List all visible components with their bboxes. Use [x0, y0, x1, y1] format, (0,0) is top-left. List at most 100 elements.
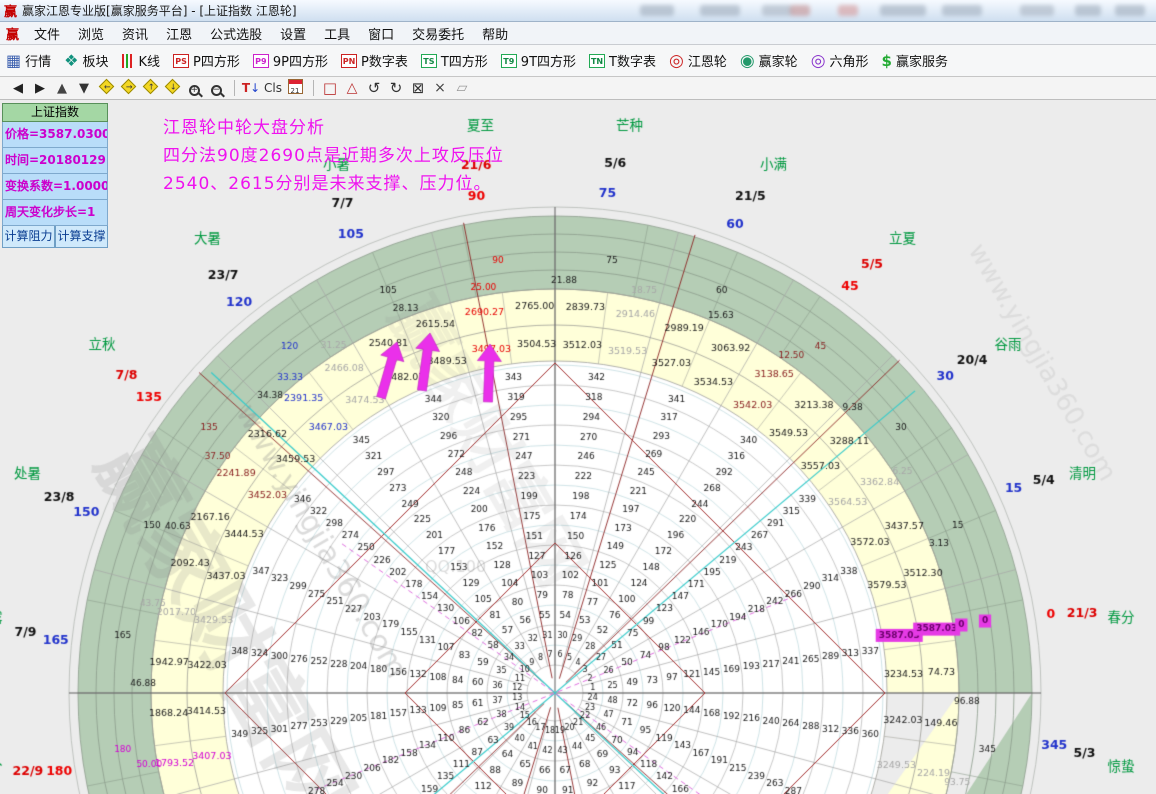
window-title: 赢家江恩专业版[赢家服务平台] - [上证指数 江恩轮] [22, 2, 297, 19]
draw-tool-diamond-up-icon[interactable]: ↑ [140, 78, 160, 98]
diamond-up-icon: ↑ [145, 80, 156, 96]
toolbar-label: 9P四方形 [273, 51, 328, 70]
gann-wheel-canvas[interactable] [0, 100, 1156, 794]
ps-badge-icon: PS [173, 54, 189, 68]
menu-items: 文件浏览资讯江恩公式选股设置工具窗口交易委托帮助 [25, 24, 517, 43]
boxed-x-icon: ⊠ [412, 79, 425, 97]
draw-tool-arrow-down-icon[interactable]: ▼ [74, 78, 94, 98]
chart-area: 江恩轮中轮大盘分析 四分法90度2690点是近期多次上攻反压位 2540、261… [0, 100, 1156, 794]
faded-titlebar-item [942, 5, 982, 16]
faded-titlebar-item [1075, 5, 1101, 16]
draw-tool-diamond-right-icon[interactable]: → [118, 78, 138, 98]
draw-tool-arrow-up-icon[interactable]: ▲ [52, 78, 72, 98]
annotation-line-3: 2540、2615分别是未来支撑、压力位。 [163, 170, 504, 198]
draw-tool-arrow-right-icon[interactable]: ▶ [30, 78, 50, 98]
toolbar-button-9P四方形[interactable]: P99P四方形 [253, 51, 328, 70]
pn-badge-icon: PN [341, 54, 357, 68]
dollar-icon: $ [882, 52, 892, 70]
faded-titlebar-item [640, 5, 674, 16]
faded-titlebar-item [838, 5, 858, 16]
toolbar-label: 9T四方形 [521, 51, 576, 70]
arrow-up-icon: ▲ [57, 80, 67, 96]
winner-wheel-icon: ◉ [740, 51, 755, 71]
t9-badge-icon: T9 [501, 54, 517, 68]
app-logo-icon: 赢 [4, 1, 17, 20]
toolbar-label: P四方形 [193, 51, 240, 70]
draw-tool-calendar-icon[interactable]: 21 [285, 78, 305, 98]
application-window: 赢 赢家江恩专业版[赢家服务平台] - [上证指数 江恩轮] 赢 文件浏览资讯江… [0, 0, 1156, 794]
toolbar-separator [234, 80, 235, 96]
draw-tool-zoom-out-icon[interactable]: − [206, 78, 226, 98]
draw-tool-boxed-x-icon[interactable]: ⊠ [408, 78, 428, 98]
toolbar-button-K线[interactable]: K线 [122, 51, 161, 70]
faded-titlebar-item [762, 5, 792, 16]
toolbar-button-T四方形[interactable]: TST四方形 [421, 51, 488, 70]
toolbar-label: T数字表 [609, 51, 656, 70]
draw-tool-zoom-in-icon[interactable]: + [184, 78, 204, 98]
rotate-cw-icon: ↻ [390, 79, 403, 97]
calc-buttons: 计算阻力 计算支撑 [2, 226, 108, 248]
draw-tool-rotate-ccw-icon[interactable]: ↺ [364, 78, 384, 98]
faded-titlebar-item [1020, 5, 1054, 16]
toolbar-button-板块[interactable]: ❖板块 [64, 51, 108, 70]
draw-tool-shrink-icon[interactable]: × [430, 78, 450, 98]
cls-button: Cls [264, 80, 282, 96]
draw-tool-diamond-left-icon[interactable]: ← [96, 78, 116, 98]
diamond-down-icon: ↓ [167, 80, 178, 96]
toolbar-button-P四方形[interactable]: PS P四方形 [173, 51, 240, 70]
stock-info-panel: 上证指数 价格=3587.0300 时间=20180129 变换系数=1.000… [2, 103, 108, 248]
toolbar-button-P数字表[interactable]: PN P数字表 [341, 51, 408, 70]
ts-badge-icon: TS [421, 54, 437, 68]
toolbar-button-江恩轮[interactable]: ◎江恩轮 [669, 51, 727, 71]
zoom-in-icon: + [189, 80, 200, 96]
faded-titlebar-item [880, 5, 926, 16]
toolbar-label: 赢家轮 [759, 51, 798, 70]
toolbar-label: 江恩轮 [688, 51, 727, 70]
draw-tool-diamond-down-icon[interactable]: ↓ [162, 78, 182, 98]
toolbar-label: 板块 [82, 51, 108, 70]
toolbar-label: 六角形 [830, 51, 869, 70]
diamond-right-icon: → [123, 80, 134, 96]
toolbar-label: K线 [139, 51, 161, 70]
draw-tool-arrow-left-icon[interactable]: ◀ [8, 78, 28, 98]
titlebar: 赢 赢家江恩专业版[赢家服务平台] - [上证指数 江恩轮] [0, 0, 1156, 22]
easel-icon: ▱ [457, 80, 468, 96]
toolbar-button-赢家服务[interactable]: $赢家服务 [882, 51, 948, 70]
toolbar-button-六角形[interactable]: ◎六角形 [811, 51, 869, 71]
menu-item-6[interactable]: 工具 [315, 24, 359, 43]
kline-icon [122, 54, 135, 68]
toolbar-label: 赢家服务 [896, 51, 948, 70]
menu-item-5[interactable]: 设置 [271, 24, 315, 43]
toolbar-button-9T四方形[interactable]: T9 9T四方形 [501, 51, 576, 70]
draw-tool-rotate-cw-icon[interactable]: ↻ [386, 78, 406, 98]
draw-tool-cls-button[interactable]: Cls [263, 78, 283, 98]
menu-item-0[interactable]: 文件 [25, 24, 69, 43]
menu-item-8[interactable]: 交易委托 [403, 24, 473, 43]
menu-item-1[interactable]: 浏览 [69, 24, 113, 43]
faded-titlebar-item [700, 5, 740, 16]
draw-tool-easel-icon[interactable]: ▱ [452, 78, 472, 98]
toolbar-label: 行情 [25, 51, 51, 70]
analysis-annotation: 江恩轮中轮大盘分析 四分法90度2690点是近期多次上攻反压位 2540、261… [163, 114, 504, 198]
shrink-icon: × [434, 80, 446, 96]
menu-item-9[interactable]: 帮助 [473, 24, 517, 43]
menu-item-2[interactable]: 资讯 [113, 24, 157, 43]
toolbar-button-赢家轮[interactable]: ◉赢家轮 [740, 51, 798, 71]
draw-tool-time-axis-icon[interactable]: T↓ [241, 78, 261, 98]
calendar-icon: 21 [288, 79, 303, 97]
table-icon: ▦ [6, 51, 21, 70]
calc-resistance-button[interactable]: 计算阻力 [2, 226, 55, 248]
calc-support-button[interactable]: 计算支撑 [55, 226, 108, 248]
rect-tool-icon: □ [323, 79, 337, 97]
draw-tool-rect-tool-icon[interactable]: □ [320, 78, 340, 98]
draw-tool-triangle-tool-icon[interactable]: △ [342, 78, 362, 98]
menu-item-7[interactable]: 窗口 [359, 24, 403, 43]
drawing-toolbar: ◀▶ ▲ ▼← → ↑ ↓ +− T↓Cls 21 □ △↺ ↻ ⊠ × ▱ [0, 77, 1156, 100]
toolbar-button-行情[interactable]: ▦行情 [6, 51, 51, 70]
menu-item-4[interactable]: 公式选股 [201, 24, 271, 43]
menu-item-3[interactable]: 江恩 [157, 24, 201, 43]
zoom-out-icon: − [211, 80, 222, 96]
toolbar-button-T数字表[interactable]: TNT数字表 [589, 51, 656, 70]
toolbar-label: P数字表 [361, 51, 408, 70]
faded-titlebar-item [1115, 5, 1145, 16]
